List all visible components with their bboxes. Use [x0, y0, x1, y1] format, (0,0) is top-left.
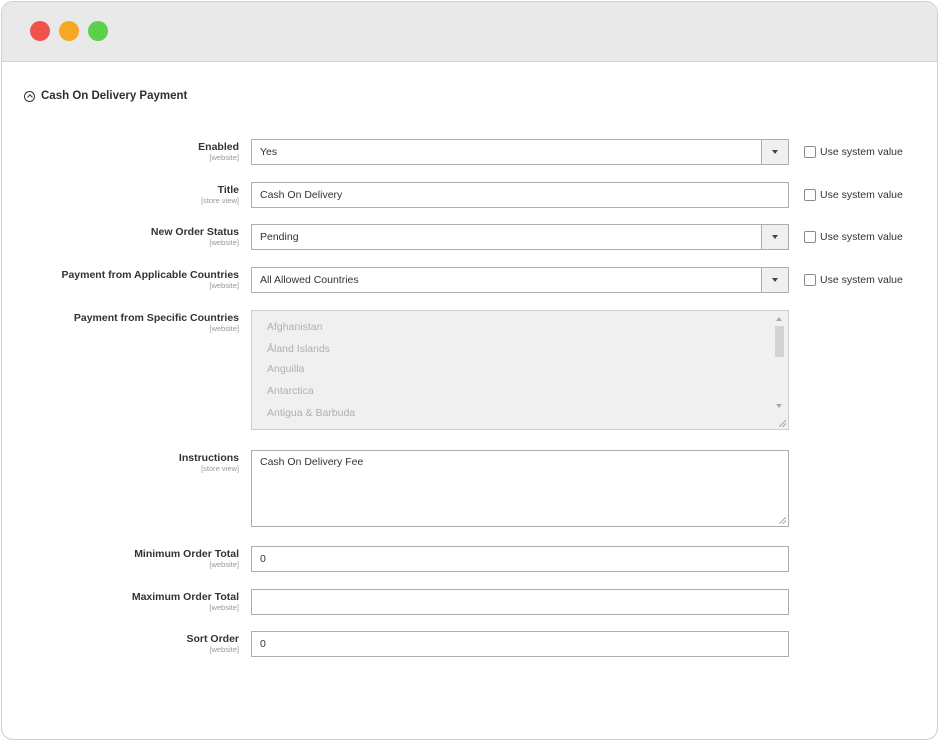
minimize-window-button[interactable] — [59, 21, 79, 41]
specific-countries-multiselect[interactable]: Afghanistan Åland Islands Anguilla Antar… — [251, 310, 789, 430]
checkbox-icon — [804, 231, 816, 243]
checkbox-icon — [804, 146, 816, 158]
dropdown-arrow-icon — [761, 268, 788, 292]
scroll-down-icon[interactable] — [776, 404, 782, 408]
max-order-total-input[interactable] — [251, 589, 789, 615]
scroll-up-icon[interactable] — [776, 317, 782, 321]
title-use-system-checkbox[interactable]: Use system value — [804, 189, 903, 201]
dropdown-arrow-icon — [761, 140, 788, 164]
enabled-label: Enabled [website] — [198, 141, 239, 162]
country-option[interactable]: Afghanistan — [267, 321, 322, 333]
dropdown-arrow-icon — [761, 225, 788, 249]
instructions-textarea[interactable]: Cash On Delivery Fee — [251, 450, 789, 527]
specific-countries-label: Payment from Specific Countries [website… — [73, 312, 239, 333]
section-title: Cash On Delivery Payment — [41, 90, 188, 102]
min-order-total-label: Minimum Order Total [website] — [134, 548, 239, 569]
new-order-status-label: New Order Status [website] — [150, 226, 239, 247]
scrollbar[interactable] — [774, 313, 786, 427]
title-label: Title [store view] — [201, 184, 239, 205]
sort-order-label: Sort Order [website] — [186, 633, 239, 654]
checkbox-icon — [804, 189, 816, 201]
new-order-status-use-system-checkbox[interactable]: Use system value — [804, 231, 903, 243]
maximize-window-button[interactable] — [88, 21, 108, 41]
enabled-use-system-checkbox[interactable]: Use system value — [804, 146, 903, 158]
resize-grip-icon[interactable] — [779, 517, 786, 524]
instructions-label: Instructions [store view] — [178, 452, 239, 473]
section-toggle[interactable]: Cash On Delivery Payment — [24, 88, 187, 104]
new-order-status-select[interactable]: Pending — [251, 224, 789, 250]
applicable-countries-select[interactable]: All Allowed Countries — [251, 267, 789, 293]
country-option[interactable]: Åland Islands — [267, 343, 330, 355]
checkbox-icon — [804, 274, 816, 286]
sort-order-input[interactable]: 0 — [251, 631, 789, 657]
close-window-button[interactable] — [30, 21, 50, 41]
country-option[interactable]: Anguilla — [267, 363, 304, 375]
applicable-countries-label: Payment from Applicable Countries [websi… — [61, 269, 239, 290]
country-option[interactable]: Antarctica — [267, 385, 314, 397]
scrollbar-thumb[interactable] — [775, 326, 784, 357]
enabled-select[interactable]: Yes — [251, 139, 789, 165]
title-input[interactable]: Cash On Delivery — [251, 182, 789, 208]
min-order-total-input[interactable]: 0 — [251, 546, 789, 572]
country-option[interactable]: Antigua & Barbuda — [267, 407, 355, 419]
resize-grip-icon[interactable] — [779, 420, 786, 427]
max-order-total-label: Maximum Order Total [website] — [131, 591, 239, 612]
applicable-countries-use-system-checkbox[interactable]: Use system value — [804, 274, 903, 286]
window-titlebar — [2, 2, 937, 62]
collapse-up-icon — [24, 90, 35, 102]
